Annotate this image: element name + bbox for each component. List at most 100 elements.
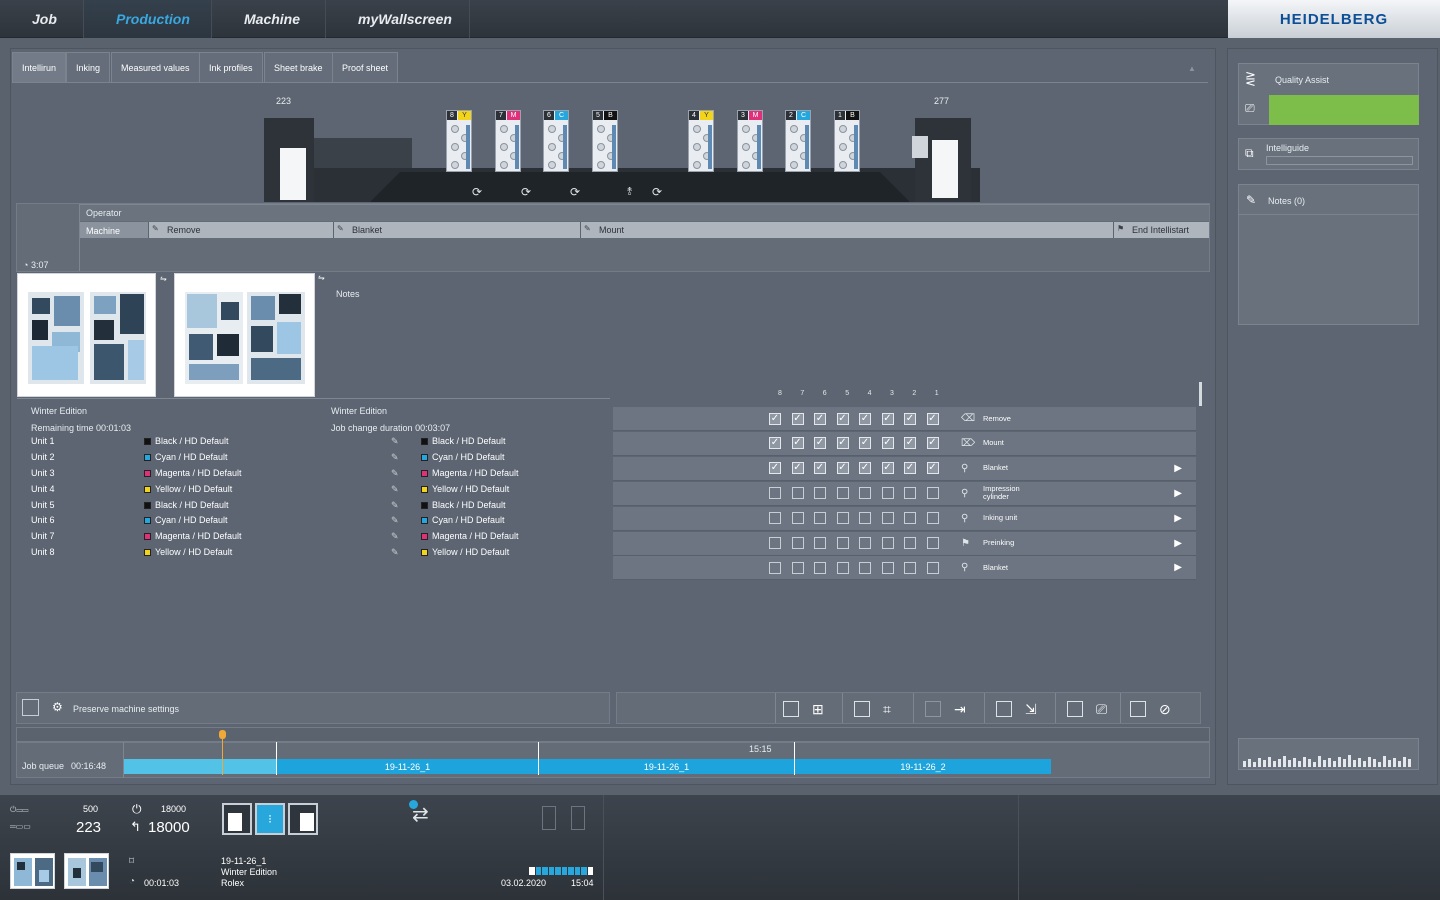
unit-checkbox[interactable]: ✓ (814, 462, 826, 475)
unit-checkbox[interactable] (859, 561, 871, 574)
disabled-checkbox-icon[interactable] (925, 701, 941, 717)
chevron-right-icon[interactable]: ▶ (1174, 488, 1182, 499)
next-job-thumbnail[interactable] (174, 273, 315, 397)
next-job-mini-thumbnail[interactable] (64, 853, 109, 889)
nav-tab-job[interactable]: Job (0, 0, 84, 38)
step-mount[interactable]: ✎ Mount (580, 222, 1113, 238)
queue-job-2[interactable]: 19-11-26_1 (539, 759, 794, 774)
stop-icon[interactable]: ⊘ (1159, 701, 1171, 718)
printing-unit-5[interactable]: 5B (592, 110, 618, 172)
current-job-mini-thumbnail[interactable] (10, 853, 55, 889)
unit-checkbox[interactable]: ✓ (859, 462, 871, 475)
unit-checkbox[interactable] (904, 561, 916, 574)
camera-icon[interactable]: ⎚ (1096, 701, 1107, 718)
mode-button-3[interactable] (288, 803, 318, 835)
select-all-checkbox-icon[interactable] (783, 701, 799, 717)
swap-next-icon[interactable]: ⇋ (318, 273, 325, 282)
chevron-right-icon[interactable]: ▶ (1174, 562, 1182, 573)
process-row-remove[interactable]: ✓ ✓ ✓ ✓ ✓ ✓ ✓ ✓ ⌫ Remove (613, 407, 1196, 431)
preserve-checkbox[interactable] (22, 699, 39, 716)
import-icon[interactable]: ⇲ (1025, 701, 1037, 718)
unit-checkbox[interactable]: ✓ (769, 437, 781, 450)
unit-checkbox[interactable] (769, 561, 781, 574)
unit-checkbox[interactable] (791, 561, 804, 574)
unit-checkbox[interactable] (814, 561, 826, 574)
unit-checkbox[interactable] (881, 487, 894, 500)
chevron-right-icon[interactable]: ▶ (1174, 513, 1182, 524)
process-row-mount[interactable]: ✓ ✓ ✓ ✓ ✓ ✓ ✓ ✓ ⌦ Mount (613, 431, 1196, 456)
unit-checkbox[interactable] (836, 487, 849, 500)
printing-unit-1[interactable]: 1B (834, 110, 860, 172)
unit-checkbox[interactable] (836, 537, 849, 549)
plate-icon[interactable]: ⌗ (883, 701, 891, 718)
unit-checkbox[interactable] (926, 561, 939, 574)
select-checkbox-icon[interactable] (1067, 701, 1083, 717)
unit-checkbox[interactable] (769, 512, 781, 525)
unit-checkbox[interactable]: ✓ (836, 462, 849, 475)
unit-checkbox[interactable]: ✓ (926, 412, 939, 425)
chevron-right-icon[interactable]: ▶ (1174, 463, 1182, 474)
process-row-blanket[interactable]: ⚲ Blanket ▶ (613, 556, 1196, 581)
unit-checkbox[interactable] (926, 487, 939, 500)
unit-checkbox[interactable]: ✓ (881, 412, 894, 425)
nav-tab-mywallscreen[interactable]: myWallscreen (326, 0, 470, 38)
now-marker-handle[interactable] (219, 730, 226, 739)
unit-checkbox[interactable] (859, 512, 871, 525)
process-row-impression-cylinder[interactable]: ⚲ Impression cylinder ▶ (613, 481, 1196, 506)
subtab-proof-sheet[interactable]: Proof sheet (332, 52, 399, 82)
unit-checkbox[interactable] (904, 512, 916, 525)
unit-checkbox[interactable] (814, 512, 826, 525)
printing-unit-2[interactable]: 2C (785, 110, 811, 172)
unit-checkbox[interactable] (881, 537, 894, 549)
collapse-icon[interactable]: ▲ (1188, 64, 1196, 73)
scrollbar[interactable] (1199, 382, 1202, 406)
unit-checkbox[interactable] (791, 537, 804, 549)
unit-checkbox[interactable]: ✓ (814, 437, 826, 450)
unit-checkbox[interactable]: ✓ (791, 462, 804, 475)
unit-checkbox[interactable]: ✓ (836, 437, 849, 450)
unit-checkbox[interactable]: ✓ (926, 437, 939, 450)
unit-checkbox[interactable] (881, 512, 894, 525)
swap-icon[interactable]: ⇋ (160, 274, 167, 283)
unit-checkbox[interactable] (904, 487, 916, 500)
mode-button-1[interactable] (222, 803, 252, 835)
unit-checkbox[interactable]: ✓ (926, 462, 939, 475)
unit-checkbox[interactable] (926, 537, 939, 549)
step-end-intellistart[interactable]: ⚑ End Intellistart (1113, 222, 1209, 238)
layout-icon[interactable]: ⊞ (812, 701, 824, 718)
unit-checkbox[interactable] (814, 537, 826, 549)
nav-tab-production[interactable]: Production (84, 0, 212, 38)
subtab-intellirun[interactable]: Intellirun (12, 52, 67, 82)
unit-checkbox[interactable] (791, 512, 804, 525)
process-row-inking-unit[interactable]: ⚲ Inking unit ▶ (613, 506, 1196, 531)
subtab-measured-values[interactable]: Measured values (111, 52, 200, 82)
subtab-ink-profiles[interactable]: Ink profiles (199, 52, 263, 82)
printing-unit-3[interactable]: 3M (737, 110, 763, 172)
select-checkbox-icon[interactable] (1130, 701, 1146, 717)
unit-checkbox[interactable]: ✓ (836, 412, 849, 425)
notes-box[interactable] (1238, 184, 1419, 325)
nav-tab-machine[interactable]: Machine (212, 0, 326, 38)
step-blanket[interactable]: ✎ Blanket (333, 222, 580, 238)
subtab-sheet-brake[interactable]: Sheet brake (264, 52, 333, 82)
unit-checkbox[interactable]: ✓ (904, 437, 916, 450)
printing-unit-8[interactable]: 8Y (446, 110, 472, 172)
queue-current-job[interactable] (124, 759, 276, 774)
unit-checkbox[interactable]: ✓ (769, 462, 781, 475)
queue-job-1[interactable]: 19-11-26_1 (277, 759, 538, 774)
unit-checkbox[interactable] (859, 537, 871, 549)
unit-checkbox[interactable] (791, 487, 804, 500)
select-checkbox-icon[interactable] (996, 701, 1012, 717)
unit-checkbox[interactable] (836, 561, 849, 574)
unit-checkbox[interactable] (859, 487, 871, 500)
transfer-icon[interactable]: ⇥ (954, 701, 966, 718)
chevron-right-icon[interactable]: ▶ (1174, 538, 1182, 549)
unit-checkbox[interactable]: ✓ (904, 412, 916, 425)
select-checkbox-icon[interactable] (854, 701, 870, 717)
unit-checkbox[interactable]: ✓ (859, 412, 871, 425)
unit-checkbox[interactable] (926, 512, 939, 525)
unit-checkbox[interactable]: ✓ (881, 462, 894, 475)
unit-checkbox[interactable]: ✓ (904, 462, 916, 475)
current-job-thumbnail[interactable] (17, 273, 156, 397)
printing-unit-6[interactable]: 6C (543, 110, 569, 172)
